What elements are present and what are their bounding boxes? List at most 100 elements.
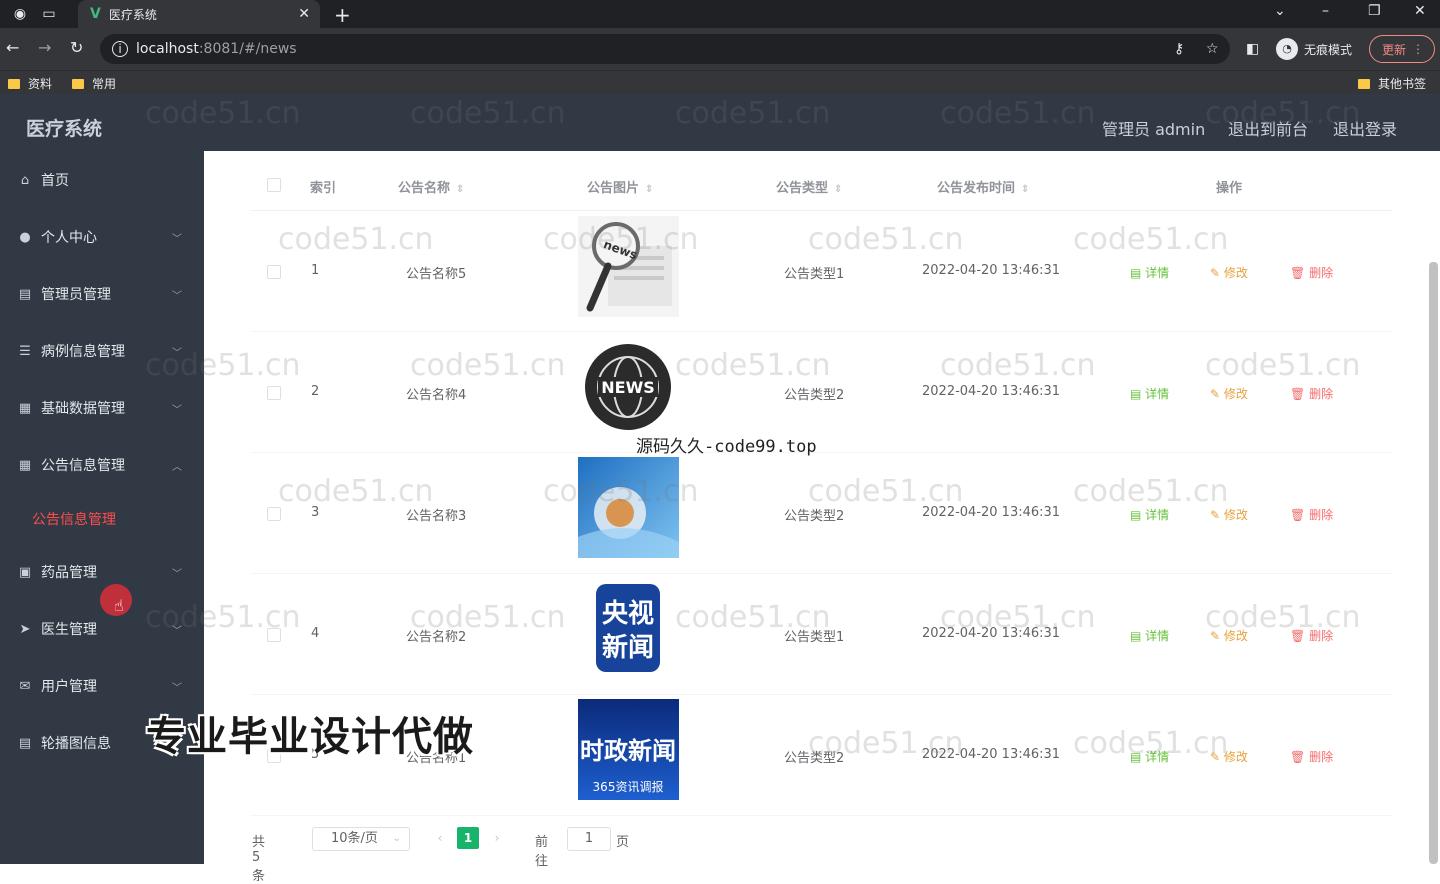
- header-image[interactable]: 公告图片 ⇕: [587, 177, 653, 196]
- delete-button[interactable]: 🗑 删除: [1290, 748, 1333, 765]
- folder-icon: [1358, 78, 1370, 89]
- detail-button[interactable]: ▤ 详情: [1130, 264, 1169, 281]
- edit-button[interactable]: ✎ 修改: [1210, 748, 1248, 765]
- bookmark-label: 常用: [92, 77, 117, 91]
- list-icon: ☰: [19, 343, 31, 359]
- edit-button[interactable]: ✎ 修改: [1210, 264, 1248, 281]
- browser-tab[interactable]: V 医疗系统 ✕: [78, 0, 320, 28]
- table-row: 4 公告名称2 央视 新闻 公告类型1 2022-04-20 13:46:31 …: [250, 574, 1392, 695]
- folder-icon: [72, 78, 84, 89]
- notice-image-cctv-news[interactable]: 央视 新闻: [578, 578, 679, 679]
- exit-to-front-link[interactable]: 退出到前台: [1228, 116, 1308, 140]
- site-info-icon[interactable]: i: [112, 41, 128, 57]
- incognito-indicator[interactable]: ◔ 无痕模式: [1276, 38, 1352, 60]
- sort-icon[interactable]: ⇕: [1021, 184, 1029, 195]
- row-checkbox[interactable]: [267, 507, 281, 521]
- next-page-icon[interactable]: ›: [485, 827, 509, 849]
- sort-icon[interactable]: ⇕: [645, 184, 653, 195]
- chevron-down-icon: ﹀: [172, 625, 182, 637]
- sidebar-item-drugs[interactable]: ▣ 药品管理 ﹀: [0, 552, 204, 592]
- detail-button[interactable]: ▤ 详情: [1130, 627, 1169, 644]
- submenu-notices-active[interactable]: 公告信息管理: [32, 509, 116, 529]
- sidebar-item-label: 病例信息管理: [41, 344, 125, 360]
- bookmark-folder[interactable]: 常用: [72, 75, 116, 92]
- bookmark-label: 资料: [28, 77, 53, 91]
- chevron-down-icon: ⌄: [392, 833, 401, 844]
- send-icon: ➤: [19, 621, 31, 637]
- delete-label: 删除: [1309, 629, 1334, 643]
- star-icon[interactable]: ☆: [1206, 41, 1219, 57]
- delete-button[interactable]: 🗑 删除: [1290, 385, 1333, 402]
- grid-icon: ▦: [18, 457, 32, 473]
- row-index: 2: [311, 384, 320, 399]
- row-time: 2022-04-20 13:46:31: [922, 747, 1061, 762]
- new-tab-icon[interactable]: +: [334, 3, 351, 27]
- browser-menu-icon[interactable]: ◉: [11, 5, 29, 23]
- edit-label: 修改: [1223, 750, 1248, 764]
- select-all-checkbox[interactable]: [267, 178, 281, 192]
- delete-button[interactable]: 🗑 删除: [1290, 627, 1333, 644]
- update-button[interactable]: 更新 ⋮: [1369, 35, 1435, 63]
- delete-button[interactable]: 🗑 删除: [1290, 506, 1333, 523]
- row-index: 3: [311, 505, 320, 520]
- close-window-icon[interactable]: ✕: [1414, 3, 1426, 19]
- edit-button[interactable]: ✎ 修改: [1210, 385, 1248, 402]
- current-page[interactable]: 1: [457, 827, 479, 849]
- row-name: 公告名称2: [406, 630, 467, 645]
- restore-icon[interactable]: ❐: [1368, 3, 1381, 19]
- sidebar-item-base-data[interactable]: ▦ 基础数据管理 ﹀: [0, 388, 204, 428]
- minimize-icon[interactable]: –: [1322, 3, 1329, 19]
- source-overlay-text: 源码久久-code99.top: [636, 437, 817, 457]
- header-type[interactable]: 公告类型 ⇕: [776, 177, 842, 196]
- more-icon[interactable]: ⋮: [1412, 42, 1424, 56]
- sidebar-item-notices[interactable]: ▦ 公告信息管理 ︿: [0, 445, 204, 485]
- tab-list-icon[interactable]: ⌄: [1274, 3, 1286, 19]
- row-checkbox[interactable]: [267, 265, 281, 279]
- url-input[interactable]: i localhost :8081/#/news: [100, 34, 1230, 64]
- vertical-scrollbar[interactable]: [1429, 262, 1438, 864]
- bookmark-folder[interactable]: 资料: [8, 75, 52, 92]
- notice-image-globe-blue[interactable]: [578, 457, 679, 558]
- sidebar-item-cases[interactable]: ☰ 病例信息管理 ﹀: [0, 331, 204, 371]
- table-row: 2 公告名称4 NEWS 公告类型2 2022-04-20 13:46:31 ▤…: [250, 332, 1392, 453]
- sidepanel-icon[interactable]: ◧: [1246, 41, 1259, 57]
- detail-button[interactable]: ▤ 详情: [1130, 748, 1169, 765]
- row-type: 公告类型1: [784, 267, 845, 282]
- edit-button[interactable]: ✎ 修改: [1210, 506, 1248, 523]
- prev-page-icon[interactable]: ‹: [428, 827, 452, 849]
- delete-button[interactable]: 🗑 删除: [1290, 264, 1333, 281]
- header-time[interactable]: 公告发布时间 ⇕: [937, 177, 1029, 196]
- sort-icon[interactable]: ⇕: [834, 184, 842, 195]
- notice-image-magnifier[interactable]: news: [578, 216, 679, 317]
- detail-label: 详情: [1145, 629, 1170, 643]
- sidebar-item-users[interactable]: ✉ 用户管理 ﹀: [0, 666, 204, 706]
- row-checkbox[interactable]: [267, 386, 281, 400]
- key-icon[interactable]: ⚷: [1174, 41, 1184, 57]
- other-bookmarks[interactable]: 其他书签: [1358, 75, 1426, 92]
- detail-button[interactable]: ▤ 详情: [1130, 506, 1169, 523]
- incognito-icon: ◔: [1276, 38, 1298, 60]
- reload-icon[interactable]: ↻: [70, 38, 83, 57]
- detail-label: 详情: [1145, 750, 1170, 764]
- sidebar-item-label: 个人中心: [41, 230, 97, 246]
- header-name[interactable]: 公告名称 ⇕: [398, 177, 464, 196]
- notice-image-politics-news[interactable]: 时政新闻 365资讯调报: [578, 699, 679, 800]
- forward-icon[interactable]: →: [38, 38, 51, 57]
- detail-button[interactable]: ▤ 详情: [1130, 385, 1169, 402]
- goto-page-input[interactable]: 1: [567, 827, 611, 851]
- tab-search-icon[interactable]: ▭: [40, 5, 58, 23]
- tab-close-icon[interactable]: ✕: [298, 6, 310, 22]
- row-checkbox[interactable]: [267, 628, 281, 642]
- notice-image-news-globe[interactable]: NEWS: [578, 337, 679, 438]
- url-host: localhost: [136, 41, 199, 57]
- app-header: 医疗系统 管理员 admin 退出到前台 退出登录: [0, 94, 1440, 151]
- edit-button[interactable]: ✎ 修改: [1210, 627, 1248, 644]
- sidebar-item-admins[interactable]: ▤ 管理员管理 ﹀: [0, 274, 204, 314]
- sidebar-item-doctors[interactable]: ➤ 医生管理 ﹀: [0, 609, 204, 649]
- page-size-select[interactable]: 10条/页 ⌄: [312, 827, 410, 851]
- logout-link[interactable]: 退出登录: [1333, 116, 1397, 140]
- sidebar-item-profile[interactable]: ● 个人中心 ﹀: [0, 217, 204, 257]
- sort-icon[interactable]: ⇕: [456, 184, 464, 195]
- sidebar-item-home[interactable]: ⌂ 首页: [0, 160, 204, 200]
- back-icon[interactable]: ←: [6, 38, 19, 57]
